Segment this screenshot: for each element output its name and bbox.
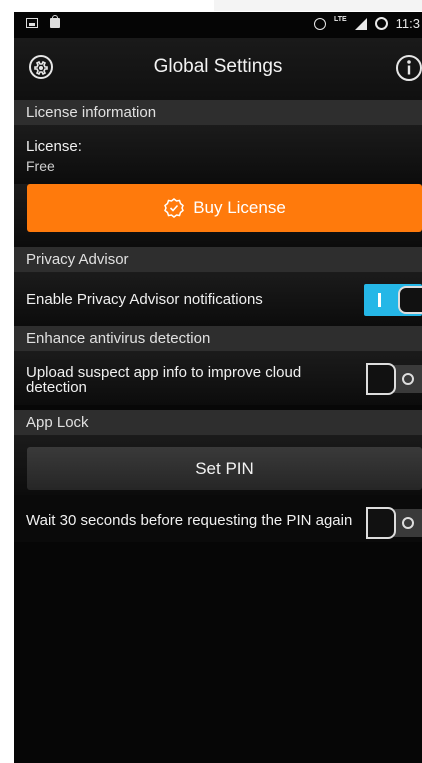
info-icon[interactable] [395, 54, 422, 82]
signal-icon [354, 17, 367, 30]
status-right-icons: LTE 11:3 [313, 16, 420, 31]
app-bar: Global Settings [14, 38, 422, 100]
toggle-knob [366, 507, 396, 539]
network-type: LTE [333, 16, 347, 23]
top-background-strip [214, 0, 422, 11]
alarm-icon [313, 17, 326, 30]
toggle-knob [366, 363, 396, 395]
toggle-off-indicator [402, 517, 414, 529]
pin-wait-label: Wait 30 seconds before requesting the PI… [26, 512, 353, 529]
empty-content-area [14, 542, 422, 763]
set-pin-label: Set PIN [195, 458, 254, 478]
license-info-row: License: Free [14, 125, 422, 184]
shopping-bag-icon [50, 15, 60, 28]
section-header-license: License information [14, 100, 422, 125]
license-value: Free [26, 158, 55, 174]
pin-wait-toggle[interactable] [364, 507, 422, 539]
license-label: License: [26, 138, 82, 155]
toggle-knob [398, 286, 422, 314]
privacy-advisor-label: Enable Privacy Advisor notifications [26, 291, 263, 308]
section-header-antivirus: Enhance antivirus detection [14, 326, 422, 351]
screenshot-icon [26, 18, 38, 28]
phone-screen: LTE 11:3 Global Settings License informa… [14, 12, 422, 763]
upload-app-info-toggle[interactable] [364, 363, 422, 395]
status-left-icons [26, 15, 60, 28]
toggle-on-indicator [378, 293, 381, 307]
buy-license-button[interactable]: Buy License [27, 184, 422, 232]
privacy-advisor-row[interactable]: Enable Privacy Advisor notifications [14, 272, 422, 326]
section-header-app-lock: App Lock [14, 410, 422, 435]
upload-app-info-label-line1: Upload suspect app info to improve cloud [26, 364, 302, 381]
status-time: 11:3 [395, 16, 420, 31]
pin-wait-row[interactable]: Wait 30 seconds before requesting the PI… [14, 495, 422, 542]
sync-ring-icon [374, 17, 388, 30]
upload-app-info-row[interactable]: Upload suspect app info to improve cloud… [14, 351, 422, 405]
buy-license-label: Buy License [193, 198, 286, 217]
set-pin-button[interactable]: Set PIN [27, 447, 422, 490]
upload-app-info-label-line2: detection [26, 379, 87, 396]
section-header-privacy: Privacy Advisor [14, 247, 422, 272]
page-title: Global Settings [153, 56, 283, 77]
toggle-off-indicator [402, 373, 414, 385]
privacy-advisor-toggle[interactable] [364, 284, 422, 316]
badge-check-icon [164, 198, 185, 218]
status-bar: LTE 11:3 [14, 12, 422, 38]
